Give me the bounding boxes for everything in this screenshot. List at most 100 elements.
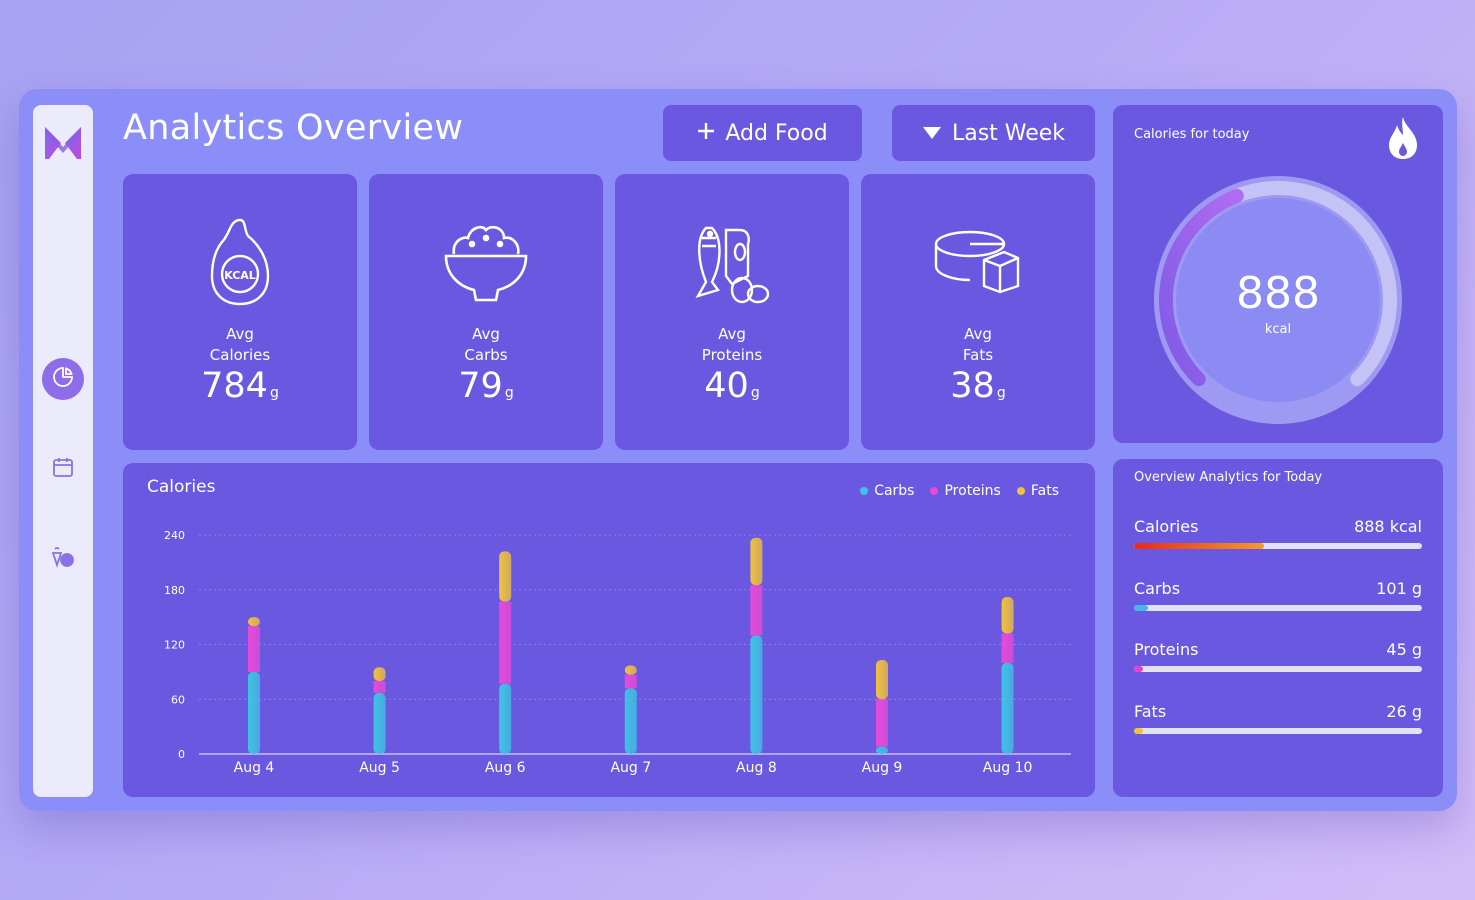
- bar-fats-aug-4: [248, 617, 260, 627]
- calories-today-card: Calories for today 888 kcal: [1113, 105, 1443, 443]
- progress-fill: [1134, 666, 1143, 672]
- stat-card-fats: Avg Fats 38 g: [861, 174, 1095, 450]
- svg-text:KCAL: KCAL: [224, 269, 256, 282]
- progress-track: [1134, 666, 1422, 672]
- today-title: Calories for today: [1134, 127, 1250, 142]
- legend-item-fats[interactable]: Fats: [1016, 483, 1059, 499]
- protein-food-icon: [615, 212, 849, 312]
- progress-track: [1134, 543, 1422, 549]
- stat-label-line2: Carbs: [464, 346, 508, 364]
- calendar-icon: [51, 455, 75, 483]
- progress-fill: [1134, 728, 1143, 734]
- stat-label-line1: Avg: [964, 325, 992, 343]
- stat-label-line2: Fats: [962, 346, 994, 364]
- stat-label-line2: Proteins: [701, 346, 763, 364]
- bar-carbs-aug-9: [876, 746, 888, 754]
- overview-row-value: 45 g: [1386, 640, 1422, 659]
- rice-bowl-icon: [369, 212, 603, 312]
- legend-label: Fats: [1030, 483, 1059, 499]
- y-tick-label: 60: [171, 693, 185, 706]
- overview-row-name: Proteins: [1134, 640, 1199, 659]
- add-food-button[interactable]: Add Food: [663, 105, 862, 161]
- caret-down-icon: [922, 121, 942, 146]
- flame-icon: [1385, 115, 1421, 165]
- bar-proteins-aug-5: [373, 681, 386, 693]
- chart-title: Calories: [147, 477, 216, 497]
- sidebar-item-analytics[interactable]: [42, 358, 84, 400]
- stat-card-proteins: Avg Proteins 40 g: [615, 174, 849, 450]
- progress-fill: [1134, 605, 1149, 611]
- x-tick-label: Aug 4: [234, 760, 275, 776]
- bar-proteins-aug-7: [624, 674, 637, 689]
- y-tick-label: 180: [164, 584, 185, 597]
- legend-dot: [930, 487, 939, 495]
- overview-title: Overview Analytics for Today: [1134, 470, 1323, 485]
- cheese-icon: [861, 212, 1095, 312]
- chart-legend: Carbs Proteins Fats: [860, 483, 1059, 499]
- bar-fats-aug-6: [499, 551, 512, 602]
- bar-carbs-aug-7: [624, 688, 637, 754]
- food-icon: [50, 545, 76, 573]
- bar-carbs-aug-4: [248, 671, 260, 754]
- y-tick-label: 240: [164, 529, 185, 542]
- add-food-label: Add Food: [725, 120, 828, 146]
- progress-track: [1134, 605, 1422, 611]
- overview-row-name: Carbs: [1134, 579, 1181, 598]
- pie-chart-icon: [51, 365, 75, 393]
- bar-proteins-aug-4: [248, 626, 260, 672]
- period-dropdown[interactable]: Last Week: [892, 105, 1095, 161]
- period-label: Last Week: [951, 120, 1066, 146]
- x-tick-label: Aug 6: [485, 760, 526, 776]
- app-logo[interactable]: [43, 123, 83, 163]
- sidebar-item-calendar[interactable]: [42, 448, 84, 490]
- stat-label-line1: Avg: [718, 325, 746, 343]
- overview-row-value: 26 g: [1386, 702, 1422, 721]
- stat-unit: g: [269, 385, 279, 401]
- calories-chart-card: 0 60 120 180 240 Aug 4 Aug 5 Aug 6 Aug 7 Aug 8 Aug…: [123, 463, 1095, 797]
- legend-item-proteins[interactable]: Proteins: [930, 483, 1001, 499]
- overview-row-value: 101 g: [1376, 579, 1422, 598]
- legend-item-carbs[interactable]: Carbs: [860, 483, 914, 499]
- sidebar: [33, 105, 93, 797]
- bar-proteins-aug-9: [876, 699, 888, 747]
- stat-unit: g: [996, 385, 1006, 401]
- x-tick-label: Aug 5: [359, 760, 400, 776]
- stat-label-line1: Avg: [472, 325, 500, 343]
- stat-label-line1: Avg: [226, 325, 254, 343]
- legend-dot: [860, 487, 869, 495]
- stat-unit: g: [750, 385, 760, 401]
- bar-carbs-aug-10: [1001, 662, 1014, 754]
- overview-row-name: Calories: [1134, 517, 1199, 536]
- bar-proteins-aug-8: [750, 585, 763, 636]
- stat-value: 40: [704, 366, 749, 406]
- overview-analytics-card: Overview Analytics for Today Calories 88…: [1113, 459, 1443, 797]
- bar-carbs-aug-5: [373, 692, 386, 754]
- bar-carbs-aug-8: [750, 635, 763, 754]
- gauge-value: 888: [1236, 268, 1320, 319]
- bar-fats-aug-5: [373, 667, 386, 681]
- stat-label-line2: Calories: [209, 346, 271, 364]
- stat-card-carbs: Avg Carbs 79 g: [369, 174, 603, 450]
- stat-card-calories: KCAL Avg Calories 784 g: [123, 174, 357, 450]
- sidebar-item-food[interactable]: [42, 538, 84, 580]
- bar-fats-aug-9: [876, 660, 888, 700]
- y-tick-label: 120: [164, 639, 185, 652]
- stat-value: 784: [201, 366, 268, 406]
- plus-icon: [697, 121, 715, 146]
- gauge-unit: kcal: [1264, 322, 1292, 337]
- legend-label: Proteins: [944, 483, 1001, 499]
- bar-proteins-aug-10: [1001, 633, 1014, 663]
- bar-carbs-aug-6: [499, 683, 512, 754]
- bar-fats-aug-8: [750, 537, 763, 586]
- progress-track: [1134, 728, 1422, 734]
- x-tick-label: Aug 7: [610, 760, 651, 776]
- page-title: Analytics Overview: [123, 108, 464, 148]
- bar-proteins-aug-6: [499, 601, 512, 684]
- overview-row-name: Fats: [1134, 702, 1167, 721]
- y-tick-label: 0: [178, 748, 185, 761]
- bar-fats-aug-10: [1001, 597, 1014, 634]
- bar-fats-aug-7: [624, 665, 637, 675]
- overview-row-value: 888 kcal: [1354, 517, 1422, 536]
- x-tick-label: Aug 10: [983, 760, 1033, 776]
- stat-unit: g: [504, 385, 514, 401]
